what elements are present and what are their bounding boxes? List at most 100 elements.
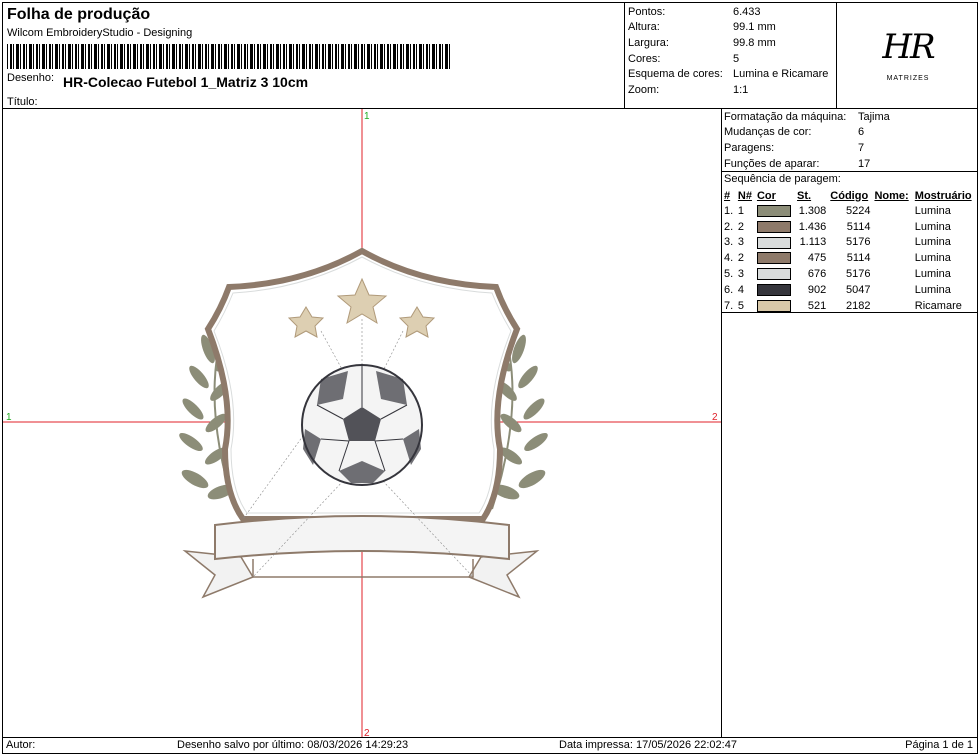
marker-left: 1 <box>6 412 12 423</box>
needle-number: 2 <box>737 252 745 265</box>
row-index: 3. <box>724 236 734 249</box>
stat-label: Zoom: <box>628 83 660 96</box>
brand-logo-mark: HR <box>882 27 935 67</box>
stat-row: Zoom: 1:1 <box>625 82 828 98</box>
color-cell <box>755 282 795 298</box>
stat-row: Altura: 99.1 mm <box>625 20 828 36</box>
thread-name <box>872 250 912 266</box>
footer-printed: Data impressa: 17/05/2026 22:02:47 <box>559 739 737 751</box>
row-index: 6. <box>724 283 734 296</box>
title-label: Título: <box>7 96 38 108</box>
color-cell <box>755 250 795 266</box>
thread-chart: Lumina <box>914 252 951 265</box>
stitch-count: 475 <box>807 252 827 265</box>
stat-label: Largura: <box>628 36 669 49</box>
stat-value: Lumina e Ricamare <box>733 68 829 81</box>
machine-info-panel: Formatação da máquina: Tajima Mudanças de … <box>721 108 978 172</box>
stat-label: Esquema de cores: <box>628 68 723 81</box>
thread-code: 5176 <box>845 268 871 281</box>
row-index: 4. <box>724 252 734 265</box>
sequence-header: Código <box>830 189 869 202</box>
sequence-row: 4. 2 475 5114 Lumina <box>722 250 977 266</box>
needle-number: 2 <box>737 220 745 233</box>
stitch-count: 902 <box>807 283 827 296</box>
brand-logo-text: MATRIZES <box>886 75 930 82</box>
thread-name <box>872 266 912 282</box>
sequence-header: St. <box>797 189 812 202</box>
notes-panel <box>721 312 978 738</box>
machine-row: Mudanças de cor: 6 <box>721 125 890 141</box>
stat-label: Cores: <box>628 52 661 65</box>
stat-value: 99.1 mm <box>733 21 776 34</box>
logo-panel: HR MATRIZES <box>836 2 978 109</box>
machine-row: Formatação da máquina: Tajima <box>721 109 890 125</box>
stat-row: Pontos: 6.433 <box>625 4 828 20</box>
sequence-row: 6. 4 902 5047 Lumina <box>722 282 977 298</box>
sequence-header: # <box>724 189 731 202</box>
machine-value: 6 <box>858 126 865 139</box>
color-swatch <box>756 220 791 233</box>
stop-sequence-title: Sequência de paragem: <box>724 173 841 185</box>
thread-code: 5047 <box>845 283 871 296</box>
stitch-count: 1.436 <box>798 220 827 233</box>
footer-page: Página 1 de 1 <box>905 739 973 751</box>
design-name: HR-Colecao Futebol 1_Matriz 3 10cm <box>63 74 309 90</box>
machine-label: Funções de aparar: <box>724 157 820 170</box>
thread-name <box>872 203 912 219</box>
machine-value: 7 <box>858 141 865 154</box>
row-index: 2. <box>724 220 734 233</box>
thread-name <box>872 282 912 298</box>
marker-right: 2 <box>712 412 718 423</box>
thread-chart: Lumina <box>914 204 951 217</box>
sequence-header: Cor <box>756 189 776 202</box>
needle-number: 3 <box>737 236 745 249</box>
stitch-count: 676 <box>807 268 827 281</box>
row-index: 5. <box>724 268 734 281</box>
color-cell <box>755 235 795 251</box>
needle-number: 3 <box>737 268 745 281</box>
stat-row: Largura: 99.8 mm <box>625 35 828 51</box>
barcode <box>7 44 452 69</box>
color-swatch <box>756 283 791 296</box>
stat-label: Altura: <box>628 21 660 34</box>
color-swatch <box>756 204 791 217</box>
stitch-count: 1.308 <box>798 204 827 217</box>
stat-value: 1:1 <box>733 83 749 96</box>
sequence-row: 2. 2 1.436 5114 Lumina <box>722 219 977 235</box>
thread-code: 5114 <box>846 252 871 265</box>
sequence-row: 1. 1 1.308 5224 Lumina <box>722 203 977 219</box>
machine-value: 17 <box>858 157 871 170</box>
stop-sequence-panel: Sequência de paragem: # N# Cor St. Código Nom… <box>721 171 978 313</box>
stat-row: Esquema de cores: Lumina e Ricamare <box>625 66 828 82</box>
software-name: Wilcom EmbroideryStudio - Designing <box>7 27 193 39</box>
thread-name <box>872 235 912 251</box>
machine-label: Mudanças de cor: <box>724 126 812 139</box>
sheet-title: Folha de produção <box>7 6 151 23</box>
footer-bar: Autor: Desenho salvo por último: 08/03/2… <box>2 737 978 754</box>
stat-value: 5 <box>733 52 740 65</box>
color-swatch <box>756 252 791 265</box>
sequence-row: 5. 3 676 5176 Lumina <box>722 266 977 282</box>
sequence-header: N# <box>737 189 752 202</box>
design-label: Desenho: <box>7 72 55 84</box>
machine-label: Formatação da máquina: <box>724 110 847 123</box>
soccer-ball-icon <box>301 364 423 486</box>
sequence-header: Mostruário <box>914 189 972 202</box>
color-swatch <box>756 236 791 249</box>
thread-chart: Lumina <box>914 283 951 296</box>
row-index: 1. <box>724 204 734 217</box>
needle-number: 4 <box>737 283 745 296</box>
needle-number: 1 <box>737 204 745 217</box>
stat-value: 99.8 mm <box>733 36 776 49</box>
footer-author: Autor: <box>6 739 36 751</box>
color-cell <box>755 266 795 282</box>
sequence-row: 3. 3 1.113 5176 Lumina <box>722 235 977 251</box>
thread-chart: Lumina <box>914 236 951 249</box>
machine-row: Funções de aparar: 17 <box>721 156 890 172</box>
design-stats-table: Pontos: 6.433 Altura: 99.1 mm Largura: 99.8 m… <box>625 4 828 98</box>
thread-chart: Lumina <box>914 268 951 281</box>
ribbon-banner-icon <box>182 515 540 599</box>
machine-row: Paragens: 7 <box>721 140 890 156</box>
color-cell <box>755 203 795 219</box>
design-stats-panel: Pontos: 6.433 Altura: 99.1 mm Largura: 99.8 m… <box>624 2 837 109</box>
